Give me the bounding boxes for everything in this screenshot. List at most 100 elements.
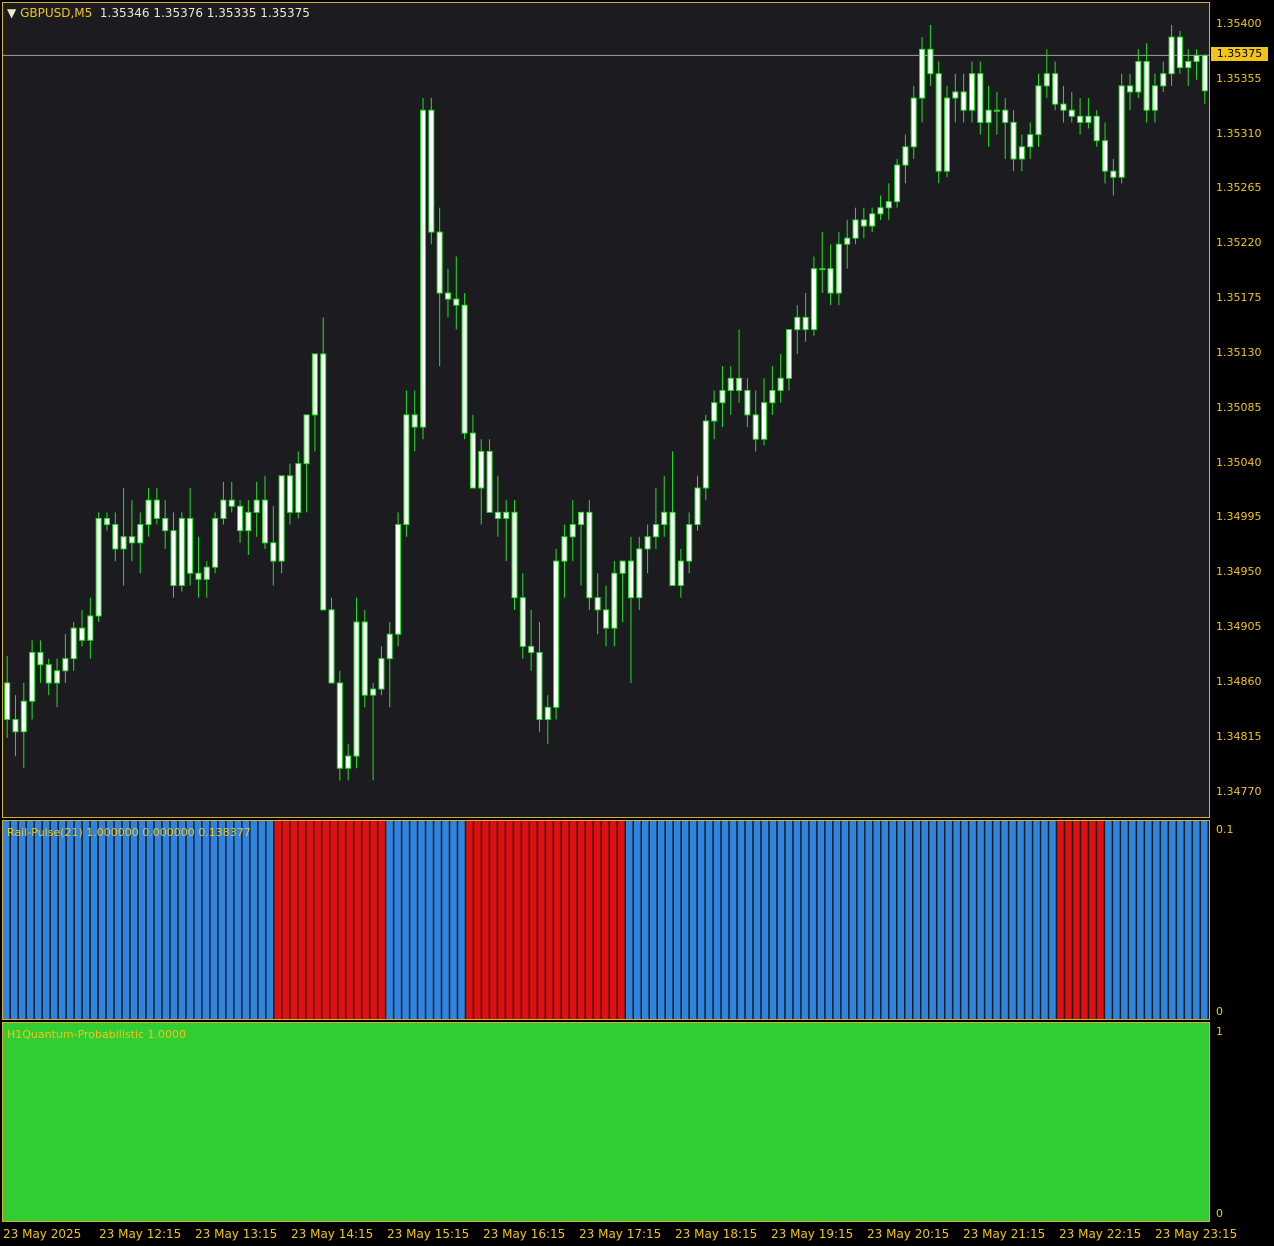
candle-body — [486, 450, 493, 513]
price-axis-label: 1.34995 — [1216, 510, 1262, 524]
rail-pulse-pane[interactable]: Rail-Pulse(21) 1.000000 0.000000 0.13837… — [2, 820, 1210, 1020]
pulse-bar — [498, 821, 505, 1019]
candle — [528, 609, 535, 671]
candle-body — [128, 536, 135, 544]
price-axis-label: 1.35400 — [1216, 16, 1262, 30]
pulse-bar — [354, 821, 361, 1019]
pulse-bar — [546, 821, 553, 1019]
pulse-bar — [961, 821, 968, 1019]
price-axis-label: 1.35265 — [1216, 181, 1262, 195]
candle — [203, 561, 210, 598]
pulse-bar — [602, 821, 609, 1019]
pulse-bar — [1105, 821, 1112, 1019]
candle-body — [769, 390, 776, 404]
candle-body — [736, 377, 743, 392]
candle-body — [453, 298, 460, 306]
candle-body — [361, 621, 368, 696]
candle — [469, 414, 476, 489]
candle-body — [819, 268, 826, 271]
pulse-bar — [426, 821, 433, 1019]
candle — [1126, 73, 1133, 111]
pulse-bar — [1169, 821, 1176, 1019]
time-axis[interactable]: 23 May 2025 23 May 12:15 23 May 13:15 23 Ma… — [0, 1222, 1274, 1246]
pulse-bar — [370, 821, 377, 1019]
candle — [228, 481, 235, 513]
candle — [1035, 73, 1042, 147]
candle — [553, 548, 560, 720]
candle — [303, 414, 310, 513]
candle-body — [985, 109, 992, 123]
candle — [1135, 49, 1142, 99]
candle-body — [1201, 54, 1208, 92]
pulse-bar — [865, 821, 873, 1019]
pulse-bar — [673, 821, 681, 1019]
candle-body — [927, 48, 934, 75]
candle — [785, 329, 792, 391]
chart-menu-icon[interactable]: ▼ — [7, 6, 16, 20]
rail-pulse-axis-top: 0.1 — [1216, 823, 1234, 836]
candle-body — [1035, 85, 1042, 136]
candle — [112, 512, 119, 562]
candle-body — [1052, 73, 1059, 105]
candle-body — [627, 560, 634, 599]
candle — [578, 511, 585, 586]
candle — [386, 622, 393, 708]
candle — [428, 98, 435, 245]
candle-body — [944, 97, 951, 172]
pulse-bar — [66, 821, 74, 1019]
candle — [444, 268, 451, 318]
candle-body — [170, 530, 177, 586]
main-chart-pane[interactable]: ▼ GBPUSD,M5 1.35346 1.35376 1.35335 1.35… — [2, 2, 1210, 818]
candle — [478, 439, 485, 525]
candle-body — [810, 268, 817, 331]
candle-body — [511, 511, 518, 599]
pulse-bar — [82, 821, 90, 1019]
candle — [1043, 49, 1050, 99]
quantum-pane[interactable]: H1Quantum-Probabilistic 1.0000 — [2, 1022, 1210, 1222]
candle — [162, 500, 169, 549]
candle — [1002, 98, 1009, 159]
candle-body — [794, 316, 801, 331]
candle-body — [87, 615, 94, 641]
time-axis-label: 23 May 2025 — [3, 1227, 82, 1241]
candle-body — [4, 682, 11, 721]
pulse-bar — [154, 821, 162, 1019]
candle-body — [103, 517, 110, 526]
pulse-bar — [578, 821, 585, 1019]
candle-body — [478, 450, 485, 489]
pulse-bar — [418, 821, 425, 1019]
candle — [320, 317, 327, 611]
candle — [694, 475, 701, 531]
pulse-bar — [969, 821, 976, 1019]
pulse-bar — [905, 821, 912, 1019]
candle — [1010, 110, 1017, 172]
pulse-bar — [993, 821, 1000, 1019]
candle — [45, 658, 52, 696]
pulse-bar — [450, 821, 457, 1019]
pulse-bar — [705, 821, 713, 1019]
candle — [702, 414, 709, 501]
price-axis-label: 1.34770 — [1216, 784, 1262, 798]
candle — [370, 682, 377, 781]
candle-body — [237, 505, 244, 532]
candle — [1052, 61, 1059, 111]
candle — [37, 640, 44, 683]
candle — [1168, 24, 1175, 86]
pulse-bar — [482, 821, 489, 1019]
price-axis[interactable]: 1.35400 1.35355 1.35310 1.35265 1.35220 1.351… — [1210, 2, 1274, 818]
candle-body — [12, 719, 19, 733]
candle — [378, 646, 385, 696]
candle — [212, 512, 219, 574]
pulse-bar — [1033, 821, 1040, 1019]
candle — [561, 524, 568, 598]
pulse-bar — [330, 821, 337, 1019]
time-axis-label: 23 May 15:15 — [387, 1227, 470, 1241]
candle-body — [885, 201, 892, 209]
candle-body — [594, 597, 601, 611]
candle-body — [1143, 60, 1150, 111]
candle-body — [611, 572, 618, 629]
candle — [993, 91, 1000, 135]
candle-body — [968, 73, 975, 111]
candle-body — [802, 316, 809, 331]
candle — [852, 207, 859, 245]
